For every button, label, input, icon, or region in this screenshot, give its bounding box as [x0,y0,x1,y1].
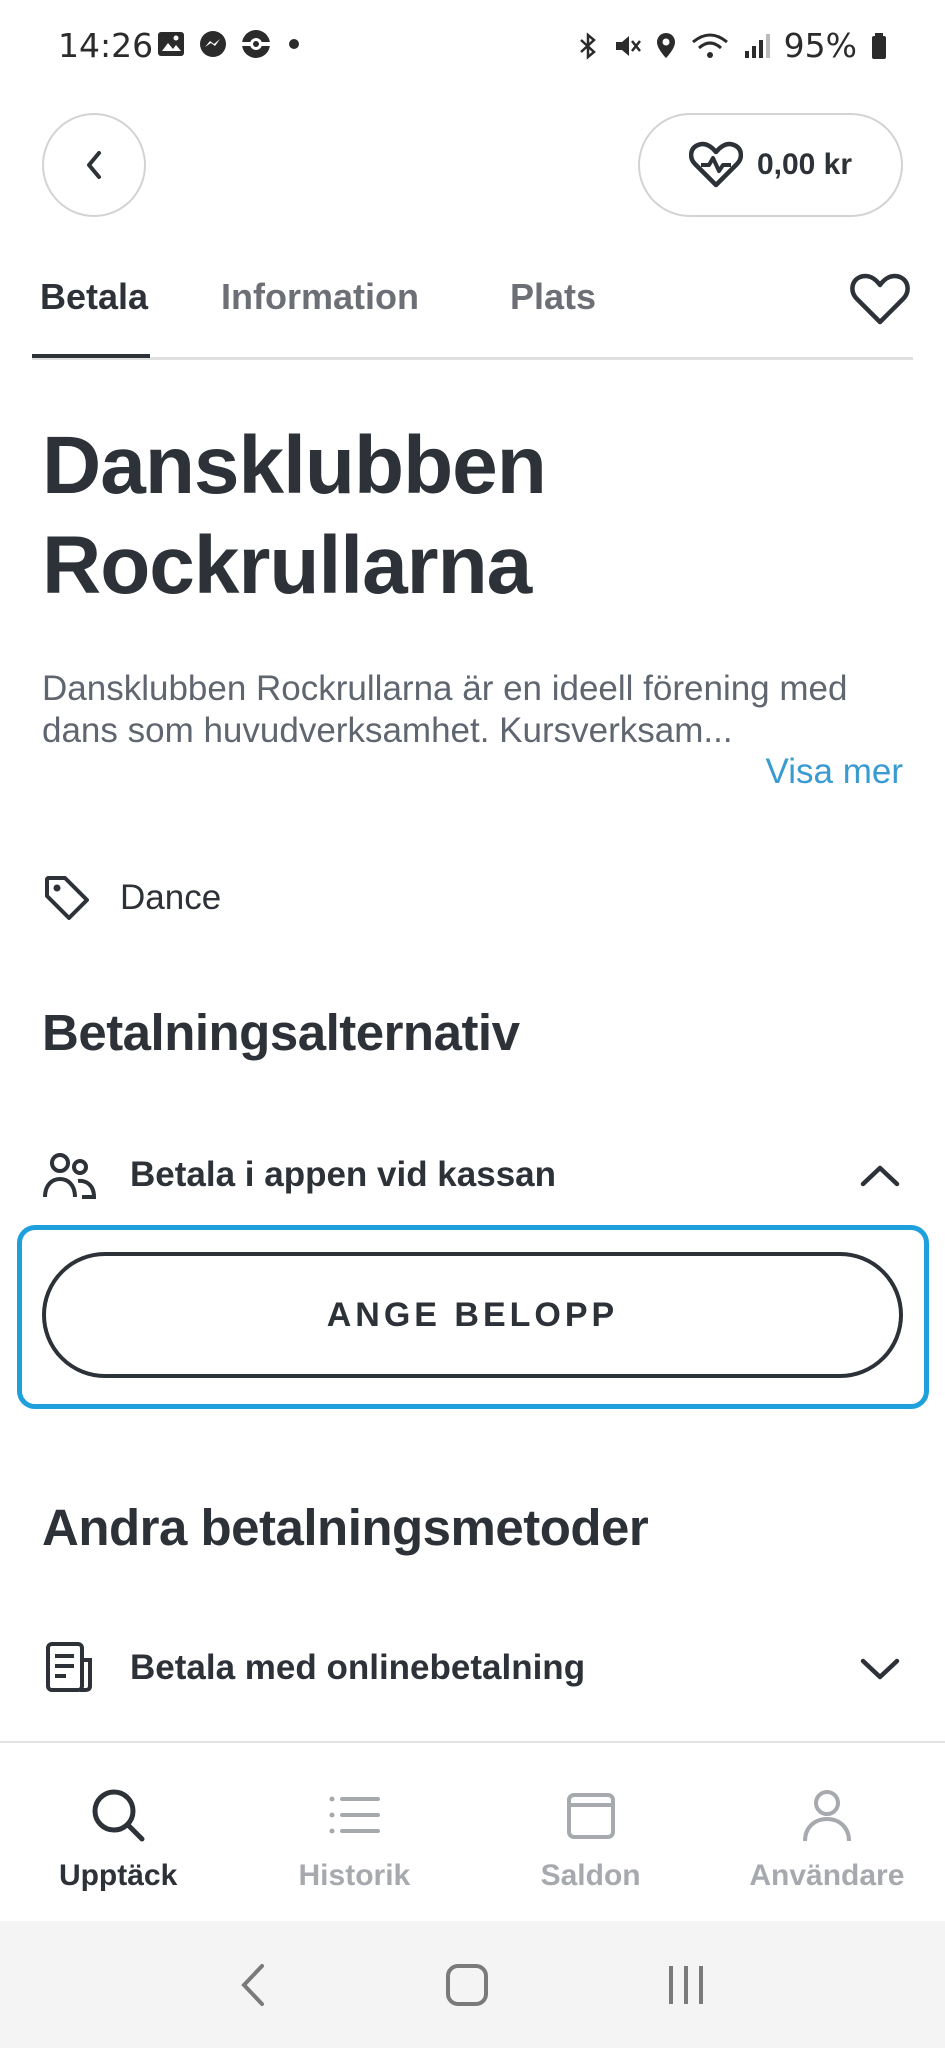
pay-in-app-option[interactable]: Betala i appen vid kassan [42,1140,903,1210]
list-icon [329,1796,381,1834]
wifi-icon [691,33,728,58]
nav-label-anvandare: Användare [749,1859,905,1892]
location-icon [656,32,675,58]
nav-item-upptack[interactable]: Upptäck [0,1743,236,1921]
nav-label-historik: Historik [298,1859,411,1892]
system-navigation-bar [0,1921,945,2048]
tag-icon [45,876,89,920]
status-bar: 14:26 95% [0,0,945,92]
bottom-navigation: Upptäck Historik Saldon Användare [0,1741,945,1921]
online-payment-option[interactable]: Betala med onlinebetalning [42,1633,903,1703]
status-time: 14:26 [58,26,154,65]
messenger-icon [200,31,226,57]
signal-icon [744,33,770,58]
chevron-up-icon [860,1165,900,1187]
dot-icon [289,39,299,49]
status-notification-icons [156,28,304,60]
category-label: Dance [120,878,222,917]
enter-amount-button[interactable]: ANGE BELOPP [42,1252,903,1378]
battery-percentage: 95% [783,26,857,65]
wallet-amount: 0,00 kr [756,148,853,181]
system-recents-icon[interactable] [661,1960,711,2010]
payment-options-title: Betalningsalternativ [42,1004,520,1061]
chevron-down-icon [860,1658,900,1680]
show-more-link[interactable]: Visa mer [766,752,903,792]
mute-icon [615,35,641,56]
status-system-icons: 95% [576,26,889,65]
heart-pulse-icon [688,141,743,188]
bluetooth-icon [579,31,596,60]
organization-title-line1: Dansklubben [42,420,547,511]
tab-betala[interactable]: Betala [40,276,148,318]
nav-item-anvandare[interactable]: Användare [709,1743,945,1921]
organization-description: Dansklubben Rockrullarna är en ideell fö… [42,669,848,750]
nav-item-historik[interactable]: Historik [236,1743,472,1921]
chevron-left-icon [87,151,101,179]
search-icon [92,1789,145,1842]
user-icon [802,1790,851,1842]
battery-icon [872,32,886,59]
document-icon [46,1642,92,1692]
wallet-icon [566,1793,615,1839]
pay-in-app-label: Betala i appen vid kassan [130,1155,557,1194]
organization-title-line2: Rockrullarna [42,520,532,611]
favorite-button[interactable] [847,266,913,332]
active-tab-indicator [32,354,150,358]
system-back-icon[interactable] [234,1960,274,2010]
organization-title: Dansklubben Rockrullarna [42,416,902,616]
other-payment-methods-title: Andra betalningsmetoder [42,1499,649,1556]
nav-label-upptack: Upptäck [58,1859,178,1892]
image-icon [158,32,184,56]
system-home-icon[interactable] [442,1960,492,2010]
wallet-balance-button[interactable]: 0,00 kr [638,113,903,217]
nav-item-saldon[interactable]: Saldon [473,1743,709,1921]
back-button[interactable] [42,113,146,217]
nav-label-saldon: Saldon [540,1859,641,1892]
pokeball-icon [242,30,270,58]
tab-bar: Betala Information Plats [32,260,913,360]
tab-information[interactable]: Information [221,276,419,318]
users-icon [43,1153,97,1199]
tab-plats[interactable]: Plats [510,276,596,318]
heart-outline-icon [850,273,910,325]
category-row: Dance [42,873,221,923]
online-payment-label: Betala med onlinebetalning [130,1648,586,1687]
